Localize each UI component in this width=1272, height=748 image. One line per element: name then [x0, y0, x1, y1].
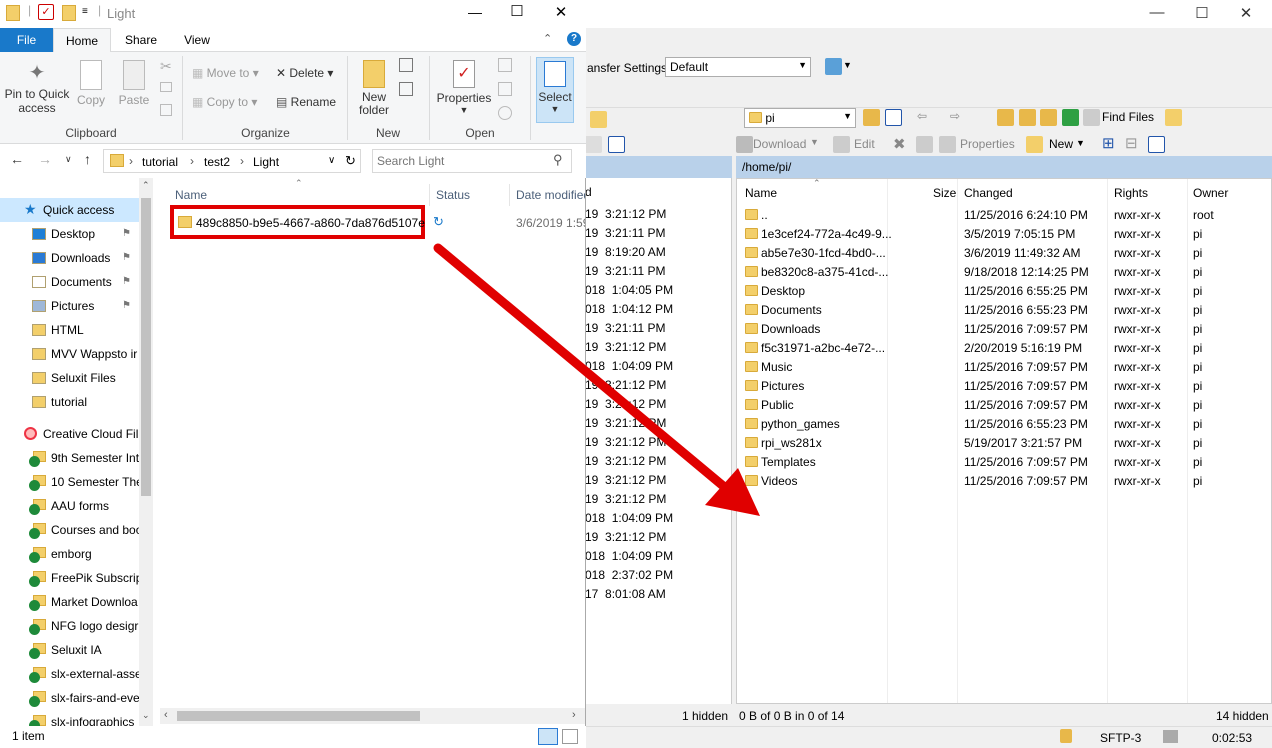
annotation-arrow — [433, 243, 760, 516]
arrow-shaft — [433, 243, 733, 495]
